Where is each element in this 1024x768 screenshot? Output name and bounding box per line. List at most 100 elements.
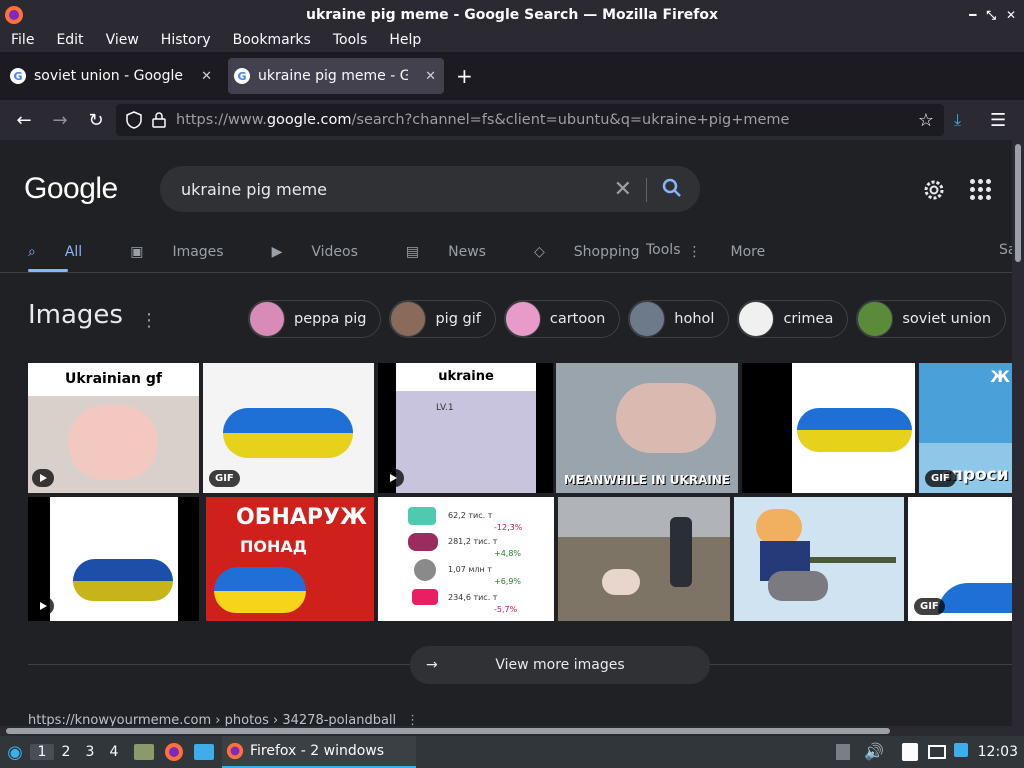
chip-thumbnail	[504, 301, 541, 337]
desktop-icon[interactable]	[194, 744, 214, 760]
search-input[interactable]: ukraine pig meme	[181, 180, 327, 199]
reload-icon[interactable]: ↻	[78, 110, 114, 131]
stat-value: 281,2 тис. т	[448, 537, 498, 546]
new-tab-icon[interactable]: +	[456, 64, 473, 88]
menu-tools[interactable]: Tools	[322, 30, 379, 52]
search-icon[interactable]	[661, 177, 683, 199]
image-result-ukraine-pig-2[interactable]	[742, 363, 915, 493]
search-small-icon: ⌕	[28, 244, 36, 260]
clipboard-icon[interactable]	[902, 743, 918, 761]
workspace-1[interactable]: 1	[30, 744, 54, 760]
menu-bookmarks[interactable]: Bookmarks	[222, 30, 322, 52]
divider	[0, 272, 1012, 273]
url-path: /search?channel=fs&client=ubuntu&q=ukrai…	[351, 112, 790, 128]
more-options-icon[interactable]: ⋮	[140, 310, 158, 331]
lock-icon[interactable]	[152, 112, 166, 128]
bookmark-star-icon[interactable]: ☆	[918, 110, 934, 131]
file-manager-icon[interactable]	[134, 744, 154, 760]
workspace-4[interactable]: 4	[102, 744, 126, 760]
tab-news[interactable]: ▤ News	[406, 242, 510, 262]
chip-peppa-pig[interactable]: peppa pig	[248, 300, 382, 338]
tab-soviet-union[interactable]: G soviet union - Google Search ✕	[4, 58, 220, 94]
scrollbar-thumb[interactable]	[1015, 144, 1021, 262]
tab-ukraine-pig-meme[interactable]: G ukraine pig meme - Google Search ✕	[228, 58, 444, 94]
image-result-obnaruzh[interactable]: ОБНАРУЖ ПОНАД	[206, 497, 374, 621]
close-icon[interactable]: ✕	[1006, 8, 1016, 22]
safesearch-button[interactable]: Sa	[999, 242, 1012, 258]
menu-bar: File Edit View History Bookmarks Tools H…	[0, 30, 1024, 52]
search-box[interactable]: ukraine pig meme ✕	[160, 166, 700, 212]
stat-value: 234,6 тис. т	[448, 593, 498, 602]
play-icon	[32, 469, 54, 487]
url-prefix: https://www.	[176, 112, 267, 128]
tab-all[interactable]: ⌕ All	[28, 242, 106, 262]
chip-thumbnail	[390, 301, 427, 337]
taskbar-firefox-window[interactable]: Firefox - 2 windows	[222, 736, 416, 768]
firefox-launcher-icon[interactable]	[164, 742, 184, 762]
menu-history[interactable]: History	[150, 30, 222, 52]
image-result-ukraine-lv1[interactable]: ukraine LV.1	[378, 363, 553, 493]
stat-change: +6,9%	[494, 577, 522, 586]
menu-edit[interactable]: Edit	[45, 30, 94, 52]
image-result-pig-on-leash[interactable]	[558, 497, 730, 621]
navigation-bar: ← → ↻ https://www. google.com/search?chan…	[0, 100, 1024, 140]
back-icon[interactable]: ←	[6, 110, 42, 131]
menu-file[interactable]: File	[0, 30, 45, 52]
close-tab-icon[interactable]: ✕	[201, 69, 212, 84]
chip-pig-gif[interactable]: pig gif	[389, 300, 496, 338]
minimize-icon[interactable]: ━	[969, 8, 976, 22]
image-result-ukrainian-gf[interactable]: Ukrainian gf	[28, 363, 199, 493]
image-result-livestock-chart[interactable]: 62,2 тис. т -12,3% 281,2 тис. т +4,8% 1,…	[378, 497, 554, 621]
scrollbar-thumb[interactable]	[6, 728, 890, 734]
downloads-icon[interactable]: ⤓	[954, 110, 961, 130]
tab-videos[interactable]: ▶ Videos	[272, 242, 382, 262]
close-tab-icon[interactable]: ✕	[425, 69, 436, 84]
image-result-ukraine-pig-gif[interactable]: GIF	[203, 363, 374, 493]
vertical-scrollbar[interactable]	[1012, 140, 1024, 736]
clear-search-icon[interactable]: ✕	[614, 177, 632, 202]
tab-images[interactable]: ▣ Images	[130, 242, 247, 262]
chip-cartoon[interactable]: cartoon	[503, 300, 621, 338]
volume-icon[interactable]: 🔊	[864, 742, 884, 761]
black-bar	[742, 363, 792, 493]
pig-blue-half	[938, 583, 1012, 613]
pig-yellow-half	[797, 430, 912, 452]
start-menu-icon[interactable]: ◉	[0, 742, 30, 763]
settings-gear-icon[interactable]	[922, 178, 946, 202]
workspace-3[interactable]: 3	[78, 744, 102, 760]
video-icon: ▶	[271, 244, 283, 260]
url-bar[interactable]: https://www. google.com/search?channel=fs…	[116, 104, 944, 136]
image-result-sprosi[interactable]: Ж спроси GIF	[919, 363, 1012, 493]
clock[interactable]: 12:03	[978, 744, 1018, 760]
image-result-ukraine-pig-4[interactable]: GIF	[908, 497, 1012, 621]
tab-more[interactable]: ⋮ More	[688, 242, 790, 262]
image-result-meanwhile-in-ukraine[interactable]: MEANWHILE IN UKRAINE	[556, 363, 738, 493]
menu-help[interactable]: Help	[378, 30, 432, 52]
tools-button[interactable]: Tools	[646, 242, 681, 258]
image-result-trump-cartoon[interactable]	[734, 497, 904, 621]
chip-crimea[interactable]: crimea	[737, 300, 849, 338]
network-icon[interactable]	[928, 745, 946, 759]
shield-icon[interactable]	[126, 111, 142, 129]
image-caption: ОБНАРУЖ	[236, 505, 367, 530]
google-apps-icon[interactable]	[970, 179, 991, 200]
image-caption: ukraine	[396, 363, 536, 391]
notifications-icon[interactable]	[954, 743, 968, 757]
tab-shopping[interactable]: ◇ Shopping	[534, 242, 664, 262]
news-icon: ▤	[405, 244, 420, 260]
horizontal-scrollbar[interactable]	[0, 726, 1024, 736]
tray-expand-icon[interactable]	[836, 744, 850, 760]
image-caption-level: LV.1	[436, 403, 454, 413]
restore-icon[interactable]: ⤡	[986, 8, 996, 23]
pig-yellow-half	[73, 581, 173, 601]
hamburger-menu-icon[interactable]: ☰	[990, 110, 1006, 131]
view-more-images-button[interactable]: → View more images	[410, 646, 710, 684]
forward-icon[interactable]: →	[42, 110, 78, 131]
google-logo[interactable]: Google	[24, 172, 118, 206]
image-result-ukraine-pig-3[interactable]	[28, 497, 199, 621]
chip-hohol[interactable]: hohol	[628, 300, 730, 338]
chip-soviet-union[interactable]: soviet union	[856, 300, 1007, 338]
menu-view[interactable]: View	[95, 30, 150, 52]
pig-blue-half	[73, 559, 173, 581]
workspace-2[interactable]: 2	[54, 744, 78, 760]
